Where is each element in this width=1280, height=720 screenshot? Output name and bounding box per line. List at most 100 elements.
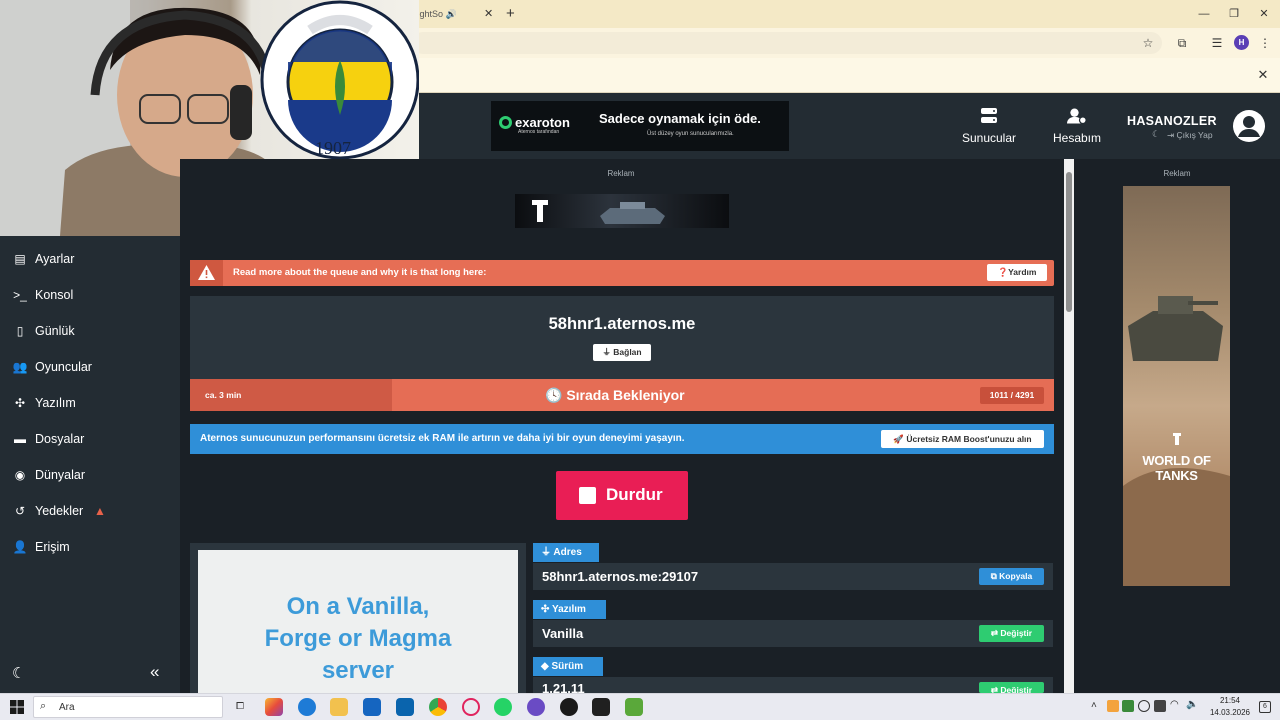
copy-button[interactable]: ⧉ Kopyala xyxy=(979,568,1044,585)
moon-icon[interactable]: ☾ xyxy=(1152,129,1160,140)
sidebar-item-players[interactable]: 👥 Oyuncular xyxy=(12,356,92,378)
edge-icon[interactable] xyxy=(298,698,316,716)
tray-chevron-icon[interactable]: ˄ xyxy=(1091,700,1097,711)
tray-app-icon[interactable] xyxy=(1138,700,1150,712)
minimize-button[interactable]: — xyxy=(1193,4,1215,24)
capcut-icon[interactable] xyxy=(592,698,610,716)
tray-app-icon[interactable] xyxy=(1122,700,1134,712)
change-software-button[interactable]: ⇄ Değiştir xyxy=(979,625,1044,642)
fenerbahce-logo: 1907 xyxy=(260,0,419,165)
sidebar-item-label: Dünyalar xyxy=(35,468,86,482)
tray-app-icon[interactable] xyxy=(1154,700,1166,712)
restore-button[interactable]: ❐ xyxy=(1223,4,1245,24)
help-label: Yardım xyxy=(1008,267,1037,277)
windows-icon xyxy=(10,700,24,714)
help-button[interactable]: ❓Yardım xyxy=(987,264,1047,281)
sidebar-item-settings[interactable]: ▤ Ayarlar xyxy=(12,248,74,270)
obs-icon[interactable] xyxy=(560,698,578,716)
task-view-icon[interactable]: ⧠ xyxy=(231,698,249,716)
queue-notice-text[interactable]: Read more about the queue and why it is … xyxy=(233,267,486,278)
sidebar-item-software[interactable]: ✣ Yazılım xyxy=(12,392,76,414)
version-value: 1.21.11 xyxy=(542,681,585,693)
minecraft-icon[interactable] xyxy=(625,698,643,716)
plug-icon: ⏚ xyxy=(602,347,614,357)
stop-label: Durdur xyxy=(606,485,663,504)
audio-icon[interactable]: 🔊 xyxy=(446,9,457,19)
sidebar-item-console[interactable]: >_ Konsol xyxy=(12,284,73,306)
top-ad-brand-sub: Aternos tarafından xyxy=(518,129,560,135)
software-tag-label: Yazılım xyxy=(551,604,586,615)
shuffle-icon: ⇄ xyxy=(990,685,1001,693)
change-label: Değiştir xyxy=(1000,628,1033,638)
window-close-button[interactable]: ✕ xyxy=(1253,4,1275,24)
version-tag-label: Sürüm xyxy=(551,661,584,672)
ram-boost-button[interactable]: 🚀 Ücretsiz RAM Boost'unuzu alın xyxy=(881,430,1044,448)
folder-icon: ▬ xyxy=(14,432,26,446)
sidebar-item-log[interactable]: ▯ Günlük xyxy=(12,320,75,342)
sidebar-item-label: Ayarlar xyxy=(35,252,75,266)
scrollbar-thumb[interactable] xyxy=(1066,172,1072,312)
user-cog-icon xyxy=(1067,108,1087,125)
messenger-icon[interactable] xyxy=(527,698,545,716)
exaroton-logo-icon xyxy=(499,116,512,129)
clock-time[interactable]: 21:54 xyxy=(1207,696,1253,705)
outlook-icon[interactable] xyxy=(396,698,414,716)
logout-label: Çıkış Yap xyxy=(1176,130,1213,140)
menu-icon[interactable]: ⋮ xyxy=(1255,33,1275,53)
reading-list-icon[interactable]: ☰ xyxy=(1207,33,1227,53)
tray-app-icon[interactable] xyxy=(1107,700,1119,712)
servers-nav[interactable] xyxy=(975,106,1003,152)
tank-ad-banner[interactable] xyxy=(515,194,729,228)
taskbar-search-placeholder: Ara xyxy=(59,702,75,713)
collapse-sidebar-icon[interactable]: « xyxy=(150,662,159,682)
store-icon[interactable] xyxy=(363,698,381,716)
account-nav[interactable] xyxy=(1067,106,1095,130)
extensions-icon[interactable]: ⧉ xyxy=(1172,33,1192,53)
opera-icon[interactable] xyxy=(462,698,480,716)
side-ad-banner[interactable] xyxy=(1123,186,1230,586)
server-address-title: 58hnr1.aternos.me xyxy=(548,315,696,333)
sidebar-item-label: Yazılım xyxy=(35,396,76,410)
sidebar-item-worlds[interactable]: ◉ Dünyalar xyxy=(12,464,85,486)
volume-icon[interactable]: 🔈 xyxy=(1186,699,1198,710)
servers-nav-label[interactable]: Sunucular xyxy=(950,131,1028,145)
change-version-button[interactable]: ⇄ Değiştir xyxy=(979,682,1044,693)
plug-icon: ⏚ xyxy=(541,547,554,558)
question-icon: ❓ xyxy=(997,267,1009,277)
tab-close-icon[interactable]: ✕ xyxy=(484,3,493,25)
clock-date[interactable]: 14.03.2026 xyxy=(1207,708,1253,717)
user-avatar[interactable] xyxy=(1233,110,1265,142)
sidebar-item-label: Dosyalar xyxy=(35,432,85,446)
whatsapp-icon[interactable] xyxy=(494,698,512,716)
sidebar-item-access[interactable]: 👤 Erişim xyxy=(12,536,70,558)
copilot-icon[interactable] xyxy=(265,698,283,716)
queue-warning-icon xyxy=(190,260,223,286)
globe-icon: ◉ xyxy=(14,468,26,482)
connect-button[interactable]: ⏚ Bağlan xyxy=(593,344,651,361)
theme-toggle-moon-icon[interactable]: ☾ xyxy=(12,664,25,682)
tank-ad-image xyxy=(532,200,665,224)
wifi-icon[interactable]: ◠ xyxy=(1170,699,1179,710)
address-bar[interactable] xyxy=(412,32,1162,54)
top-ad-brand: exaroton xyxy=(515,115,570,130)
change-label: Değiştir xyxy=(1000,685,1033,693)
ram-boost-label: Ücretsiz RAM Boost'unuzu alın xyxy=(906,434,1032,444)
profile-avatar[interactable]: H xyxy=(1234,35,1249,50)
sidebar-item-files[interactable]: ▬ Dosyalar xyxy=(12,428,84,450)
start-button[interactable] xyxy=(10,700,24,714)
new-tab-button[interactable]: + xyxy=(506,3,515,25)
star-icon[interactable]: ☆ xyxy=(1138,33,1158,53)
account-nav-label[interactable]: Hesabım xyxy=(1040,131,1114,145)
info-bar-close-icon[interactable]: ✕ xyxy=(1254,66,1272,84)
file-icon: ▯ xyxy=(16,324,24,338)
notification-badge[interactable]: 6 xyxy=(1259,701,1271,713)
promo-line: Forge or Magma xyxy=(264,625,452,652)
software-value: Vanilla xyxy=(542,626,584,641)
logout-link[interactable]: ⇥ Çıkış Yap xyxy=(1167,130,1213,141)
sidebar-item-backups[interactable]: ↺ Yedekler xyxy=(12,500,83,522)
file-explorer-icon[interactable] xyxy=(330,698,348,716)
puzzle-icon: ✣ xyxy=(541,604,552,615)
chrome-icon[interactable] xyxy=(429,698,447,716)
sidebar-item-label: Oyuncular xyxy=(35,360,92,374)
top-ad-headline: Sadece oynamak için öde. xyxy=(599,111,761,126)
